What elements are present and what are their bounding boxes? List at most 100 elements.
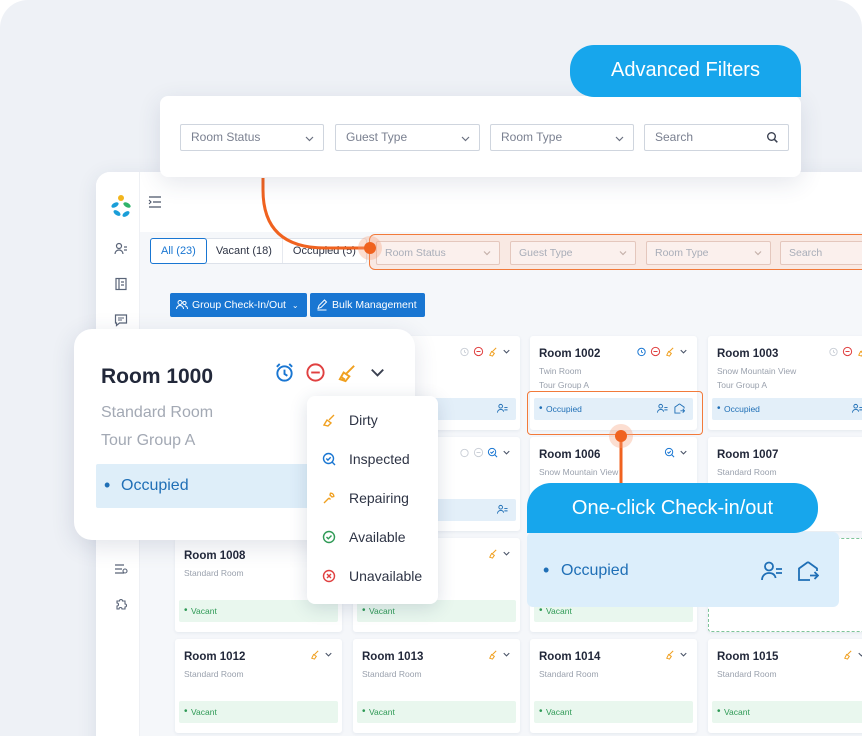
search-icon[interactable] [766, 131, 779, 144]
alarm-icon[interactable] [828, 346, 839, 357]
room-type: Standard Room [539, 669, 599, 679]
alarm-icon[interactable] [459, 447, 470, 458]
status-actions [497, 504, 508, 515]
room-type: Standard Room [717, 467, 777, 477]
adv-search-input[interactable]: Search [644, 124, 789, 151]
chevron-down-icon[interactable] [501, 649, 512, 660]
chevron-down-icon[interactable] [367, 362, 388, 383]
status-menu-label: Dirty [349, 412, 378, 428]
room-status: Vacant [357, 701, 516, 723]
bulk-management-button[interactable]: Bulk Management [310, 293, 425, 317]
inline-search-input[interactable]: Search [780, 241, 862, 265]
status-menu-item-inspected[interactable]: Inspected [322, 449, 410, 469]
room-type: Standard Room [184, 568, 244, 578]
status-dot: • [543, 560, 550, 580]
bulk-management-label: Bulk Management [332, 299, 417, 311]
broom-icon[interactable] [487, 548, 498, 559]
room-status-select[interactable]: Room Status [376, 241, 500, 265]
broom-icon[interactable] [309, 649, 320, 660]
broom-icon[interactable] [664, 649, 675, 660]
room-type-select[interactable]: Room Type [646, 241, 771, 265]
puzzle-icon[interactable] [114, 597, 128, 611]
guest-type-label: Guest Type [519, 247, 573, 259]
chevron-down-icon[interactable] [678, 447, 689, 458]
checkout-icon[interactable] [797, 560, 819, 582]
status-menu-item-repairing[interactable]: Repairing [322, 488, 409, 508]
status-actions [852, 403, 862, 414]
advanced-filters-callout: Advanced Filters [570, 45, 801, 97]
broom-icon[interactable] [487, 346, 498, 357]
guest-type-select[interactable]: Guest Type [510, 241, 636, 265]
room-status-label: Occupied [724, 404, 760, 414]
minus-circle-icon[interactable] [473, 447, 484, 458]
adv-guest-type-select[interactable]: Guest Type [335, 124, 480, 151]
room-group: Tour Group A [539, 380, 590, 390]
chevron-down-icon[interactable] [856, 649, 862, 660]
chevron-down-icon[interactable] [678, 649, 689, 660]
chevron-down-icon[interactable] [501, 447, 512, 458]
broom-icon[interactable] [336, 362, 357, 383]
room-type: Standard Room [101, 404, 214, 421]
status-menu-item-dirty[interactable]: Dirty [322, 410, 378, 430]
app-logo-icon [111, 195, 131, 217]
alarm-icon[interactable] [636, 346, 647, 357]
inspect-icon [322, 452, 336, 466]
room-tabs: All (23) Vacant (18) Occupied (5) [150, 238, 367, 264]
guest-list-icon[interactable] [761, 560, 783, 582]
room-title: Room 1007 [717, 449, 779, 461]
group-check-button[interactable]: Group Check-In/Out ⌄ [170, 293, 307, 317]
room-icons [828, 346, 862, 357]
group-check-label: Group Check-In/Out [192, 299, 286, 311]
room-title: Room 1003 [717, 348, 779, 360]
room-title: Room 1015 [717, 651, 779, 663]
room-icons [459, 346, 512, 357]
menu-collapse-icon[interactable] [148, 196, 162, 208]
guest-list-icon[interactable] [852, 403, 862, 414]
chevron-down-icon[interactable] [501, 346, 512, 357]
room-card-1013[interactable]: Room 1013 Standard Room Vacant [353, 639, 520, 733]
minus-circle-icon[interactable] [842, 346, 853, 357]
room-title: Room 1012 [184, 651, 246, 663]
message-icon[interactable] [114, 313, 128, 327]
tab-vacant[interactable]: Vacant (18) [206, 239, 283, 263]
chevron-down-icon[interactable] [323, 649, 334, 660]
book-icon[interactable] [114, 277, 128, 291]
inspect-icon[interactable] [664, 447, 675, 458]
room-icons [664, 447, 689, 458]
room-type: Twin Room [539, 366, 582, 376]
adv-room-type-select[interactable]: Room Type [490, 124, 634, 151]
minus-circle-icon[interactable] [473, 346, 484, 357]
status-menu-item-unavailable[interactable]: Unavailable [322, 566, 422, 586]
broom-icon[interactable] [842, 649, 853, 660]
broom-icon [322, 414, 335, 427]
room-card-1015[interactable]: Room 1015 Standard Room Vacant [708, 639, 862, 733]
broom-icon[interactable] [856, 346, 862, 357]
chevron-down-icon[interactable] [678, 346, 689, 357]
room-card-1003[interactable]: Room 1003 Snow Mountain View Tour Group … [708, 336, 862, 430]
tab-all[interactable]: All (23) [150, 238, 207, 264]
room-icons [487, 548, 512, 559]
inline-filter-bar: Room Status Guest Type Room Type Search [369, 234, 862, 270]
chevron-down-icon [615, 136, 624, 142]
filter-settings-icon[interactable] [114, 562, 128, 576]
alarm-icon[interactable] [459, 346, 470, 357]
minus-circle-icon[interactable] [305, 362, 326, 383]
status-menu-label: Repairing [349, 490, 409, 506]
broom-icon[interactable] [487, 649, 498, 660]
guest-list-icon[interactable] [497, 504, 508, 515]
users-icon[interactable] [114, 242, 128, 256]
inspect-icon[interactable] [487, 447, 498, 458]
status-menu-item-available[interactable]: Available [322, 527, 406, 547]
guest-list-icon[interactable] [497, 403, 508, 414]
chevron-down-icon[interactable] [501, 548, 512, 559]
top-bar [140, 172, 862, 232]
adv-room-status-select[interactable]: Room Status [180, 124, 324, 151]
one-click-checkin-callout: One-click Check-in/out [527, 483, 818, 533]
room-card-1014[interactable]: Room 1014 Standard Room Vacant [530, 639, 697, 733]
broom-icon[interactable] [664, 346, 675, 357]
tab-occupied[interactable]: Occupied (5) [283, 239, 366, 263]
room-type: Snow Mountain View [539, 467, 619, 477]
minus-circle-icon[interactable] [650, 346, 661, 357]
alarm-icon[interactable] [274, 362, 295, 383]
room-card-1012[interactable]: Room 1012 Standard Room Vacant [175, 639, 342, 733]
